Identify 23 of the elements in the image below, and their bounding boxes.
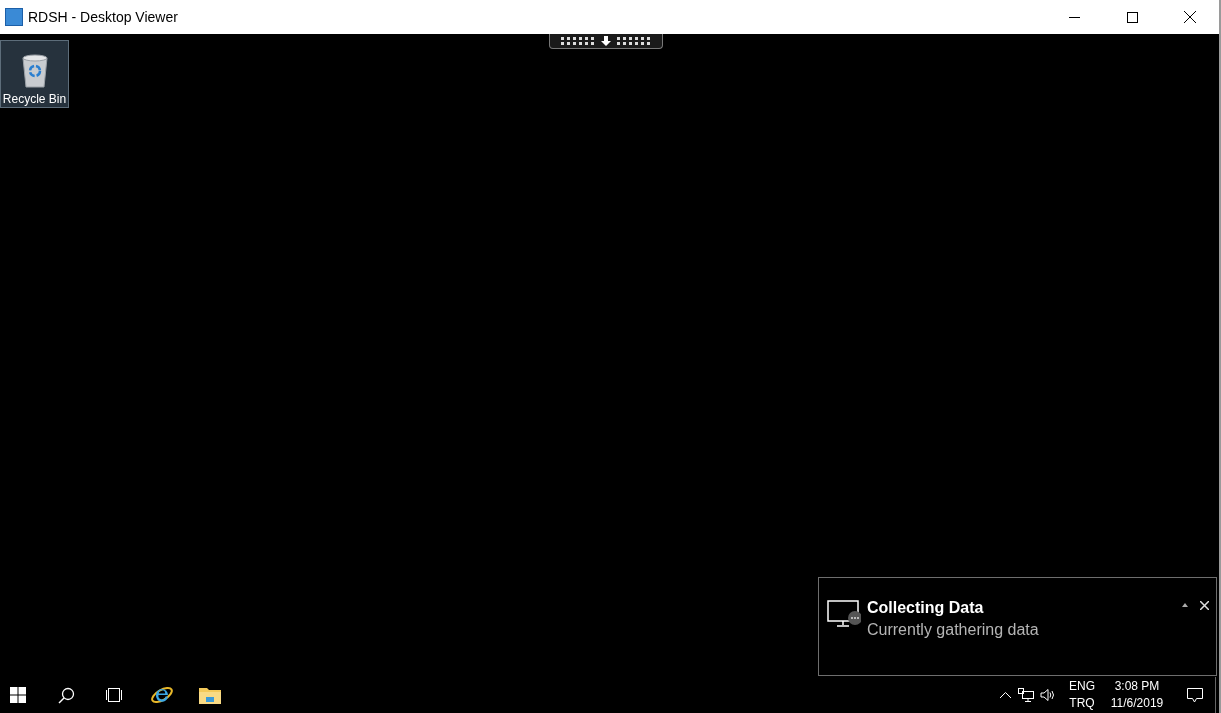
clock-button[interactable]: 3:08 PM 11/6/2019 [1105, 678, 1169, 712]
windows-logo-icon [10, 687, 26, 703]
chevron-up-icon [999, 692, 1011, 698]
input-language-button[interactable]: ENG TRQ [1065, 678, 1099, 712]
toolbar-handle[interactable] [549, 34, 663, 49]
caret-icon [1182, 603, 1188, 607]
app-icon [5, 8, 23, 26]
close-icon [1199, 600, 1209, 610]
notification-title: Collecting Data [867, 598, 985, 618]
notification-message: Currently gathering data [867, 620, 1039, 640]
desktop-icon[interactable]: Recycle Bin [0, 40, 69, 108]
window-title: RDSH - Desktop Viewer [28, 7, 178, 27]
speech-bubble-icon [1187, 687, 1203, 703]
minimize-icon [1068, 16, 1080, 18]
monitor-icon [827, 600, 861, 630]
close-button[interactable] [1198, 598, 1210, 612]
search-icon [57, 686, 75, 704]
recycle-bin-icon [21, 54, 48, 88]
task-view-icon [104, 688, 124, 702]
maximize-icon [1126, 11, 1138, 23]
browser-e-icon [150, 684, 174, 706]
close-icon [1184, 11, 1196, 23]
folder-icon [199, 686, 221, 704]
